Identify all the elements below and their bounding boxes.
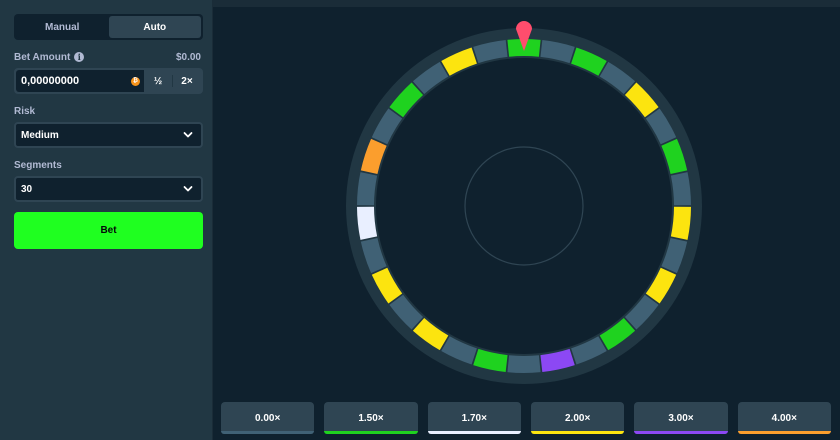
- multiplier-label: 3.00×: [668, 412, 694, 424]
- multiplier-color-bar: [530, 431, 625, 434]
- wheel-segment-base: [357, 172, 378, 206]
- wheel-inner-face: [376, 58, 672, 354]
- multiplier-chip: 4.00×: [737, 402, 831, 434]
- multiplier-color-bar: [427, 431, 521, 434]
- segments-label: Segments: [14, 159, 62, 171]
- multiplier-color-bar: [634, 431, 728, 434]
- multiplier-label: 1.50×: [358, 412, 384, 424]
- multiplier-label: 2.00×: [564, 412, 591, 424]
- bet-amount-input[interactable]: 0,00000000 ₿: [16, 70, 144, 92]
- segments-label-row: Segments: [14, 158, 202, 172]
- bitcoin-coin-icon: ₿: [131, 76, 140, 86]
- bet-amount-label: Bet Amount i: [14, 51, 85, 63]
- bet-panel: Manual Auto Bet Amount i $0.00 0,0000000…: [0, 0, 212, 440]
- info-icon[interactable]: i: [74, 52, 85, 62]
- bet-amount-value: 0,00000000: [21, 75, 80, 87]
- segments-selected-value: 30: [21, 183, 33, 195]
- multiplier-chip: 0.00×: [221, 402, 315, 434]
- wheel: [346, 21, 702, 384]
- chevron-down-icon: [183, 186, 193, 192]
- multiplier-label: 0.00×: [255, 412, 281, 424]
- wheel-segment-white: [357, 206, 378, 240]
- mode-toggle: Manual Auto: [14, 14, 203, 40]
- tab-auto[interactable]: Auto: [108, 16, 201, 38]
- game-area: 0.00× 1.50× 1.70× 2.00× 3.00× 4.00×: [213, 7, 840, 440]
- double-bet-button[interactable]: 2×: [173, 70, 201, 92]
- wheel-segment-base: [670, 172, 691, 206]
- multiplier-color-bar: [737, 431, 831, 434]
- multiplier-color-bar: [324, 431, 418, 434]
- bet-amount-control: 0,00000000 ₿ ½ 2×: [14, 68, 203, 94]
- segments-select[interactable]: 30: [14, 176, 203, 202]
- risk-label: Risk: [14, 105, 36, 117]
- multiplier-color-bar: [221, 431, 315, 434]
- half-bet-button[interactable]: ½: [144, 70, 172, 92]
- risk-label-row: Risk: [14, 104, 202, 118]
- risk-selected-value: Medium: [21, 129, 59, 141]
- multiplier-bar: 0.00× 1.50× 1.70× 2.00× 3.00× 4.00×: [221, 402, 831, 436]
- multiplier-label: 1.70×: [461, 412, 487, 424]
- risk-select[interactable]: Medium: [14, 122, 203, 148]
- multiplier-chip: 2.00×: [530, 402, 625, 434]
- bet-amount-label-row: Bet Amount i $0.00: [14, 50, 202, 64]
- bet-usd-value: $0.00: [175, 51, 201, 63]
- multiplier-chip: 1.70×: [427, 402, 521, 434]
- wheel-segment-yellow: [670, 206, 691, 240]
- multiplier-chip: 3.00×: [634, 402, 728, 434]
- multiplier-chip: 1.50×: [324, 402, 418, 434]
- wheel-segment-base: [507, 355, 541, 373]
- bet-button[interactable]: Bet: [14, 212, 203, 249]
- tab-manual[interactable]: Manual: [16, 16, 109, 38]
- multiplier-label: 4.00×: [771, 412, 797, 424]
- bet-amount-label-text: Bet Amount: [14, 51, 71, 63]
- chevron-down-icon: [183, 132, 193, 138]
